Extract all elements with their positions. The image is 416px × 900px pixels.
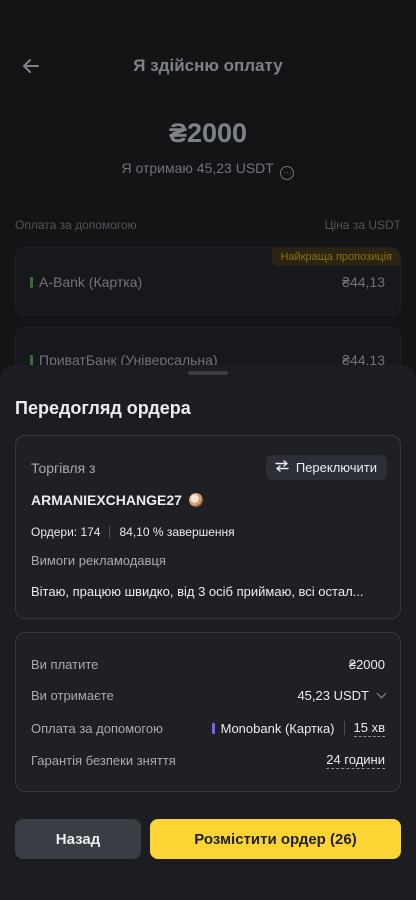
payment-time-limit[interactable]: 15 хв xyxy=(353,720,385,737)
switch-label: Переключити xyxy=(295,460,377,475)
payment-method-column-label: Оплата за допомогою xyxy=(15,218,137,232)
sheet-grabber[interactable] xyxy=(188,371,228,375)
pay-value: ₴2000 xyxy=(348,656,385,672)
payment-option-card[interactable]: Найкраща пропозиція A-Bank (Картка) ₴44,… xyxy=(15,247,401,315)
sheet-title: Передогляд ордера xyxy=(15,398,191,418)
page-title: Я здійсню оплату xyxy=(133,56,283,75)
merchant-name[interactable]: ARMANIEXCHANGE27 xyxy=(31,492,203,508)
method-color-bar xyxy=(211,722,215,734)
merchant-avatar-icon xyxy=(188,493,203,507)
place-order-button[interactable]: Розмістити ордер (26) xyxy=(150,819,401,859)
receive-row[interactable]: Ви отримаєте 45,23 USDT xyxy=(31,685,387,705)
more-info-icon[interactable]: ··· xyxy=(280,166,295,180)
divider xyxy=(343,721,345,735)
receive-summary: Я отримаю 45,23 USDT ··· xyxy=(0,160,416,180)
trade-with-label: Торгівля з xyxy=(31,460,96,476)
orders-count: Ордери: 174 xyxy=(31,525,101,539)
guarantee-value[interactable]: 24 години xyxy=(326,752,385,769)
switch-merchant-button[interactable]: Переключити xyxy=(265,455,387,480)
top-bar: Я здійсню оплату xyxy=(0,44,416,88)
pay-amount: ₴2000 xyxy=(168,118,248,148)
receive-text: Я отримаю 45,23 USDT xyxy=(121,160,274,176)
pay-row: Ви платите ₴2000 xyxy=(31,654,385,674)
receive-value[interactable]: 45,23 USDT xyxy=(297,688,387,703)
pay-label: Ви платите xyxy=(31,656,99,672)
completion-rate: 84,10 % завершення xyxy=(119,525,235,539)
switch-arrows-icon xyxy=(275,460,289,475)
merchant-card: Торгівля з Переключити ARMANIEXCHANGE27 … xyxy=(15,435,401,619)
payment-method-label: Оплата за допомогою xyxy=(31,720,163,736)
order-details-card: Ви платите ₴2000 Ви отримаєте 45,23 USDT… xyxy=(15,632,401,792)
payment-method-value: Monobank (Картка) 15 хв xyxy=(211,720,385,737)
order-preview-sheet: Передогляд ордера Торгівля з Переключити… xyxy=(0,365,416,900)
receive-label: Ви отримаєте xyxy=(31,687,114,703)
divider xyxy=(109,526,111,538)
back-button[interactable]: Назад xyxy=(15,819,141,859)
merchant-stats: Ордери: 174 84,10 % завершення xyxy=(31,525,235,539)
price-column-label: Ціна за USDT xyxy=(324,218,401,232)
best-offer-badge: Найкраща пропозиція xyxy=(272,248,400,266)
payment-option-price: ₴44,13 xyxy=(342,274,385,290)
payment-option-name: A-Bank (Картка) xyxy=(30,274,142,290)
guarantee-label: Гарантія безпеки зняття xyxy=(31,752,176,768)
requirements-label: Вимоги рекламодавця xyxy=(31,553,166,568)
method-color-bar xyxy=(30,277,33,288)
chevron-down-icon xyxy=(376,688,387,698)
payment-list-header: Оплата за допомогою Ціна за USDT xyxy=(15,218,401,232)
requirements-text[interactable]: Вітаю, працюю швидко, від 3 осіб приймаю… xyxy=(31,584,388,599)
payment-method-row: Оплата за допомогою Monobank (Картка) 15… xyxy=(31,718,385,738)
guarantee-row: Гарантія безпеки зняття 24 години xyxy=(31,750,385,770)
